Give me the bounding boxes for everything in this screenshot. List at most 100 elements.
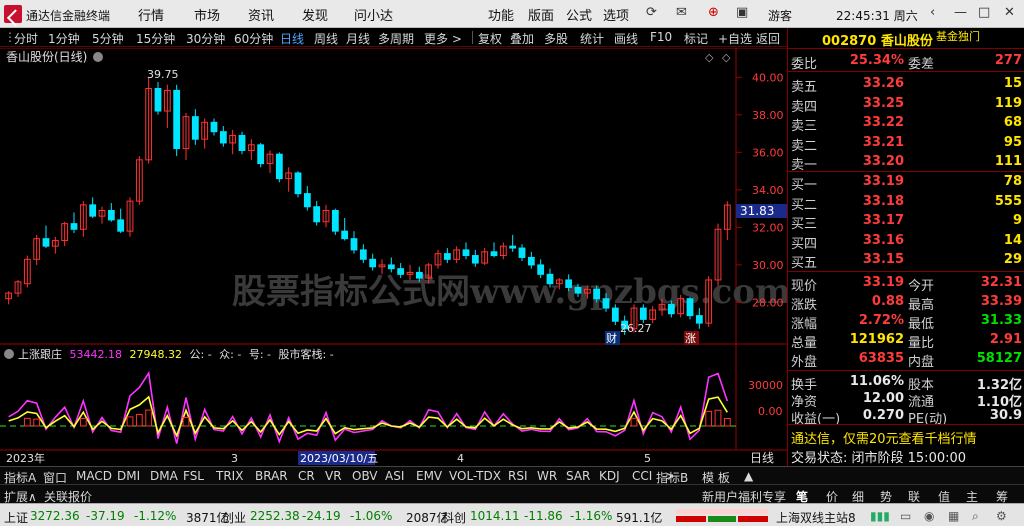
- indicator-tab[interactable]: CCI: [632, 469, 652, 483]
- candle-down: [518, 247, 526, 258]
- stock-tag[interactable]: 基金独门: [936, 28, 980, 44]
- period-60min[interactable]: 60分钟: [234, 30, 273, 47]
- candle-down: [107, 210, 115, 221]
- stat-value: 31.33: [980, 313, 1022, 328]
- orderbook-label: 买一: [791, 178, 818, 193]
- close-icon[interactable]: ✕: [1004, 5, 1015, 20]
- period-15min[interactable]: 15分钟: [136, 30, 175, 47]
- period-daily[interactable]: 日线: [280, 30, 304, 47]
- menu-xuanxiang[interactable]: 选项: [603, 5, 629, 24]
- indicator-tab[interactable]: DMA: [150, 469, 178, 483]
- orderbook-price: 33.20: [862, 154, 904, 169]
- action-diejia[interactable]: 叠加: [510, 30, 534, 47]
- stat-value: 33.19: [862, 275, 904, 290]
- period-multi[interactable]: 多周期: [378, 30, 414, 47]
- candle-down: [154, 88, 162, 112]
- menu-wenxiaoda[interactable]: 问小达: [354, 5, 393, 24]
- indicator-tab[interactable]: MACD: [76, 469, 112, 483]
- candle-down: [219, 131, 227, 144]
- maximize-icon[interactable]: □: [978, 5, 990, 20]
- period-monthly[interactable]: 月线: [346, 30, 370, 47]
- sh-label: 上证: [4, 511, 29, 525]
- title-bar: 通达信金融终端 行情 市场 资讯 发现 问小达 功能 版面 公式 选项 ⟳ ✉ …: [0, 0, 1024, 28]
- indicator-tab[interactable]: ASI: [385, 469, 404, 483]
- menu-gongshi[interactable]: 公式: [566, 5, 592, 24]
- orderbook-label: 买四: [791, 236, 818, 252]
- orderbook-price: 33.22: [862, 115, 904, 130]
- indicator-tab[interactable]: TRIX: [216, 469, 243, 483]
- indicator-tab[interactable]: EMV: [416, 469, 442, 483]
- action-tongji[interactable]: 统计: [580, 30, 604, 47]
- price-tick-label: 38.00: [752, 109, 784, 122]
- indicator-tab[interactable]: OBV: [352, 469, 378, 483]
- kline-chart[interactable]: 香山股份(日线) ◇ ◇ 股票指标公式网www.gpzbgs.com 40.00…: [0, 48, 787, 466]
- period-1min[interactable]: 1分钟: [48, 30, 80, 47]
- refresh-icon[interactable]: ⟳: [646, 5, 657, 20]
- menu-faxian[interactable]: 发现: [302, 5, 328, 24]
- candle-down: [527, 256, 535, 266]
- indicator-tab[interactable]: VR: [325, 469, 342, 483]
- indicator-tab[interactable]: DMI: [117, 469, 140, 483]
- search-icon[interactable]: ⌕: [972, 509, 979, 524]
- chart-option-icon[interactable]: ◇: [705, 51, 714, 64]
- divider: [788, 71, 1024, 72]
- gift-icon[interactable]: ▣: [736, 5, 748, 20]
- settings-icon[interactable]: ⚙: [996, 509, 1007, 523]
- candle-down: [462, 249, 470, 257]
- action-duogu[interactable]: 多股: [544, 30, 568, 47]
- orderbook-volume: 78: [1003, 174, 1022, 189]
- quote-panel: 002870 香山股份 基金独门 委比 25.34% 委差 277 卖五 33.2…: [787, 28, 1024, 466]
- action-f10[interactable]: F10: [650, 30, 672, 44]
- indicator-tab[interactable]: FSL: [183, 469, 204, 483]
- indicator-tab[interactable]: BRAR: [255, 469, 288, 483]
- grid-icon[interactable]: ▦: [948, 509, 959, 523]
- stat-value: 32.31: [980, 275, 1022, 290]
- action-fuquan[interactable]: 复权: [478, 30, 502, 47]
- indicator-bar: [23, 417, 31, 427]
- stat-value: 0.88: [871, 294, 904, 309]
- menu-shichang[interactable]: 市场: [194, 5, 220, 24]
- chart-menu-icon[interactable]: [93, 52, 103, 62]
- candle-down: [303, 193, 311, 208]
- stat-value: 58127: [976, 351, 1022, 366]
- orderbook-volume: 9: [1012, 213, 1022, 228]
- candle-down: [294, 172, 302, 195]
- period-5min[interactable]: 5分钟: [92, 30, 124, 47]
- chat-icon[interactable]: ◉: [924, 509, 934, 523]
- period-30min[interactable]: 30分钟: [186, 30, 225, 47]
- indicator-menu-icon[interactable]: [4, 349, 14, 359]
- message-icon[interactable]: ✉: [676, 5, 687, 20]
- price-tick-label: 32.00: [752, 221, 784, 234]
- server-status[interactable]: 上海双线主站8: [776, 509, 856, 526]
- signal-icon: ▮▮▮: [870, 509, 890, 523]
- period-fenshi[interactable]: 分时: [14, 30, 38, 47]
- orderbook-price: 33.16: [862, 232, 904, 248]
- alert-icon[interactable]: ⊕: [708, 5, 719, 20]
- action-add-favorite[interactable]: +自选: [718, 30, 752, 47]
- action-huaxian[interactable]: 画线: [614, 30, 638, 47]
- monitor-icon[interactable]: ▭: [900, 509, 911, 523]
- indicator-tab[interactable]: WR: [537, 469, 557, 483]
- minimize-icon[interactable]: —: [954, 5, 967, 20]
- menu-zixun[interactable]: 资讯: [248, 5, 274, 24]
- indicator-value-2: 27948.32: [130, 348, 183, 361]
- indicator-tab[interactable]: RSI: [508, 469, 528, 483]
- indicator-tab[interactable]: KDJ: [599, 469, 620, 483]
- indicator-tab[interactable]: SAR: [566, 469, 590, 483]
- chart-option-icon-2[interactable]: ◇: [722, 51, 731, 64]
- tab-expand-icon[interactable]: ▲: [744, 469, 753, 483]
- period-more[interactable]: 更多 >: [424, 30, 462, 47]
- menu-banmian[interactable]: 版面: [528, 5, 554, 24]
- indicator-tab[interactable]: CR: [298, 469, 315, 483]
- action-back[interactable]: 返回: [756, 30, 780, 47]
- chevron-left-icon[interactable]: ‹: [930, 5, 935, 20]
- menu-hangqing[interactable]: 行情: [138, 5, 164, 24]
- indicator-tab[interactable]: VOL-TDX: [449, 469, 501, 483]
- period-weekly[interactable]: 周线: [314, 30, 338, 47]
- action-biaoji[interactable]: 标记: [684, 30, 708, 47]
- orderbook-label: 买二: [791, 197, 818, 213]
- menu-gongneng[interactable]: 功能: [488, 5, 514, 24]
- candle-down: [313, 206, 321, 223]
- user-label[interactable]: 游客: [768, 7, 792, 24]
- promo-link[interactable]: 通达信，仅需20元查看千档行情: [791, 428, 977, 447]
